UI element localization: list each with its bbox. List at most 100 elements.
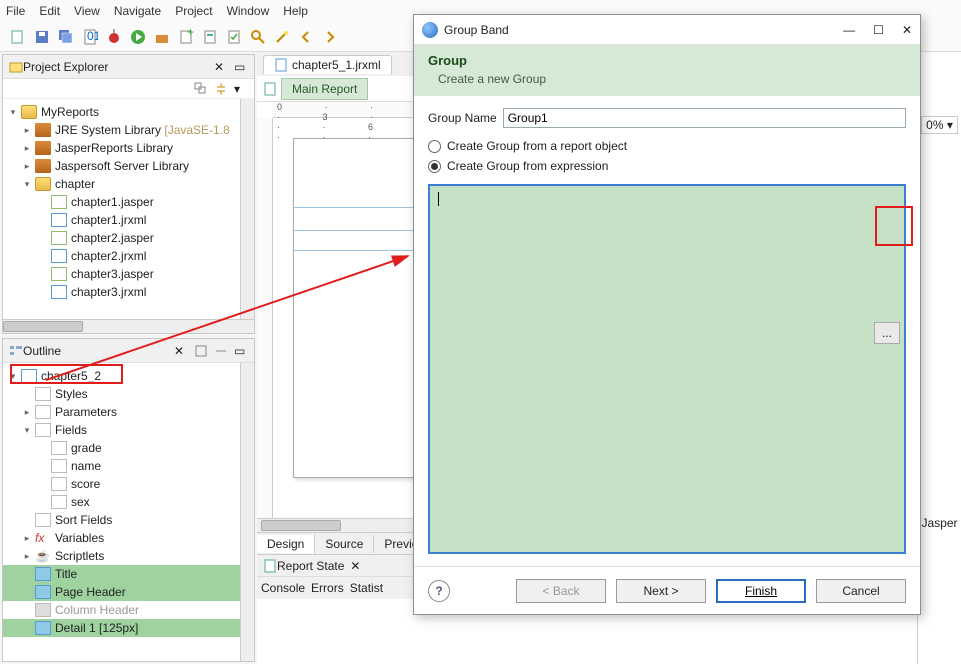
outline-band-detail[interactable]: Detail 1 [125px] bbox=[3, 619, 254, 637]
node-label: Detail 1 [125px] bbox=[55, 621, 138, 635]
help-button[interactable]: ? bbox=[428, 580, 450, 602]
group-name-input[interactable] bbox=[503, 108, 906, 128]
tree-file[interactable]: chapter3.jrxml bbox=[3, 283, 254, 301]
collapse-all-icon[interactable] bbox=[194, 82, 208, 96]
outline-tree[interactable]: ▾chapter5_2 Styles ▸Parameters ▾Fields g… bbox=[3, 363, 254, 661]
expression-editor-button[interactable]: ... bbox=[874, 322, 900, 344]
new-icon[interactable] bbox=[10, 29, 26, 45]
menu-file[interactable]: File bbox=[6, 4, 25, 18]
outline-action-1-icon[interactable] bbox=[194, 344, 208, 358]
tree-file[interactable]: chapter2.jasper bbox=[3, 229, 254, 247]
new-report-icon[interactable] bbox=[202, 29, 218, 45]
subtab-errors[interactable]: Errors bbox=[311, 581, 344, 595]
outline-variables[interactable]: ▸fxVariables bbox=[3, 529, 254, 547]
outline-field-item[interactable]: score bbox=[3, 475, 254, 493]
node-label: chapter3.jrxml bbox=[71, 285, 146, 299]
tree-jre-lib[interactable]: ▸JRE System Library [JavaSE-1.8 bbox=[3, 121, 254, 139]
minimize-window-icon[interactable]: — bbox=[843, 23, 855, 37]
tree-file[interactable]: chapter1.jasper bbox=[3, 193, 254, 211]
outline-band-title[interactable]: Title bbox=[3, 565, 254, 583]
dialog-footer: ? < Back Next > Finish Cancel bbox=[414, 566, 920, 614]
tab-source[interactable]: Source bbox=[315, 535, 374, 553]
jasper-tab[interactable]: Jasper bbox=[921, 516, 957, 530]
tree-jasper-lib[interactable]: ▸JasperReports Library bbox=[3, 139, 254, 157]
minimize-icon[interactable]: ▭ bbox=[234, 60, 248, 74]
finish-button[interactable]: Finish bbox=[716, 579, 806, 603]
outline-parameters[interactable]: ▸Parameters bbox=[3, 403, 254, 421]
new-file-icon[interactable]: + bbox=[178, 29, 194, 45]
outline-scriptlets[interactable]: ▸☕Scriptlets bbox=[3, 547, 254, 565]
next-button[interactable]: Next > bbox=[616, 579, 706, 603]
subtab-statistics[interactable]: Statist bbox=[350, 581, 383, 595]
menu-view[interactable]: View bbox=[74, 4, 100, 18]
dialog-body: Group Name Create Group from a report ob… bbox=[414, 96, 920, 566]
menu-project[interactable]: Project bbox=[175, 4, 212, 18]
outline-fields[interactable]: ▾Fields bbox=[3, 421, 254, 439]
close-tab-icon[interactable]: ✕ bbox=[214, 60, 224, 74]
node-suffix: [JavaSE-1.8 bbox=[164, 123, 229, 137]
tab-design[interactable]: Design bbox=[257, 535, 315, 553]
outline-field-item[interactable]: sex bbox=[3, 493, 254, 511]
view-menu-icon[interactable]: ▾ bbox=[234, 82, 248, 96]
wand-icon[interactable] bbox=[274, 29, 290, 45]
tree-chapter-folder[interactable]: ▾chapter bbox=[3, 175, 254, 193]
link-editor-icon[interactable] bbox=[214, 82, 228, 96]
outline-action-2-icon[interactable] bbox=[214, 344, 228, 358]
editor-tab[interactable]: chapter5_1.jrxml bbox=[263, 55, 392, 74]
scrollbar-horizontal[interactable] bbox=[3, 319, 254, 333]
tree-root-myreports[interactable]: ▾MyReports bbox=[3, 103, 254, 121]
close-tab-icon[interactable]: ✕ bbox=[350, 559, 360, 573]
outline-band-page-header[interactable]: Page Header bbox=[3, 583, 254, 601]
doc-icon[interactable]: 010 bbox=[82, 29, 98, 45]
build-icon[interactable] bbox=[154, 29, 170, 45]
tree-file[interactable]: chapter2.jrxml bbox=[3, 247, 254, 265]
menu-help[interactable]: Help bbox=[283, 4, 308, 18]
outline-root[interactable]: ▾chapter5_2 bbox=[3, 367, 254, 385]
forward-icon[interactable] bbox=[322, 29, 338, 45]
cancel-button[interactable]: Cancel bbox=[816, 579, 906, 603]
back-icon[interactable] bbox=[298, 29, 314, 45]
main-report-button[interactable]: Main Report bbox=[281, 78, 368, 100]
save-icon[interactable] bbox=[34, 29, 50, 45]
project-explorer-title: Project Explorer bbox=[23, 60, 214, 74]
subtab-console[interactable]: Console bbox=[261, 581, 305, 595]
group-name-label: Group Name bbox=[428, 111, 497, 125]
zoom-field[interactable]: 0% ▾ bbox=[921, 116, 958, 134]
compile-icon[interactable] bbox=[226, 29, 242, 45]
expression-textarea[interactable] bbox=[428, 184, 906, 554]
tree-server-lib[interactable]: ▸Jaspersoft Server Library bbox=[3, 157, 254, 175]
run-icon[interactable] bbox=[130, 29, 146, 45]
radio-checked-icon[interactable] bbox=[428, 160, 441, 173]
bug-icon[interactable] bbox=[106, 29, 122, 45]
node-label: chapter1.jasper bbox=[71, 195, 154, 209]
save-all-icon[interactable] bbox=[58, 29, 74, 45]
outline-sort-fields[interactable]: Sort Fields bbox=[3, 511, 254, 529]
outline-field-item[interactable]: grade bbox=[3, 439, 254, 457]
menu-navigate[interactable]: Navigate bbox=[114, 4, 161, 18]
outline-band-column-header[interactable]: Column Header bbox=[3, 601, 254, 619]
jrxml-file-icon bbox=[274, 58, 288, 72]
radio-label: Create Group from a report object bbox=[447, 139, 627, 153]
search-icon[interactable] bbox=[250, 29, 266, 45]
dialog-titlebar[interactable]: Group Band — ☐ ✕ bbox=[414, 15, 920, 45]
back-button[interactable]: < Back bbox=[516, 579, 606, 603]
tree-file[interactable]: chapter3.jasper bbox=[3, 265, 254, 283]
outline-min-icon[interactable]: ▭ bbox=[234, 344, 248, 358]
field-icon bbox=[51, 441, 67, 455]
close-tab-icon[interactable]: ✕ bbox=[174, 344, 184, 358]
project-tree[interactable]: ▾MyReports ▸JRE System Library [JavaSE-1… bbox=[3, 99, 254, 319]
outline-styles[interactable]: Styles bbox=[3, 385, 254, 403]
radio-report-object[interactable]: Create Group from a report object bbox=[428, 139, 906, 153]
scrollbar-vertical[interactable] bbox=[240, 99, 254, 319]
scrollbar-vertical[interactable] bbox=[240, 363, 254, 661]
tree-file[interactable]: chapter1.jrxml bbox=[3, 211, 254, 229]
outline-panel: Outline ✕ ▭ ▾chapter5_2 Styles ▸Paramete… bbox=[2, 338, 255, 662]
maximize-window-icon[interactable]: ☐ bbox=[873, 23, 884, 37]
close-window-icon[interactable]: ✕ bbox=[902, 23, 912, 37]
menu-edit[interactable]: Edit bbox=[39, 4, 60, 18]
radio-expression[interactable]: Create Group from expression bbox=[428, 159, 906, 173]
radio-unchecked-icon[interactable] bbox=[428, 140, 441, 153]
menu-window[interactable]: Window bbox=[227, 4, 270, 18]
outline-field-item[interactable]: name bbox=[3, 457, 254, 475]
ruler-vertical bbox=[257, 118, 273, 518]
